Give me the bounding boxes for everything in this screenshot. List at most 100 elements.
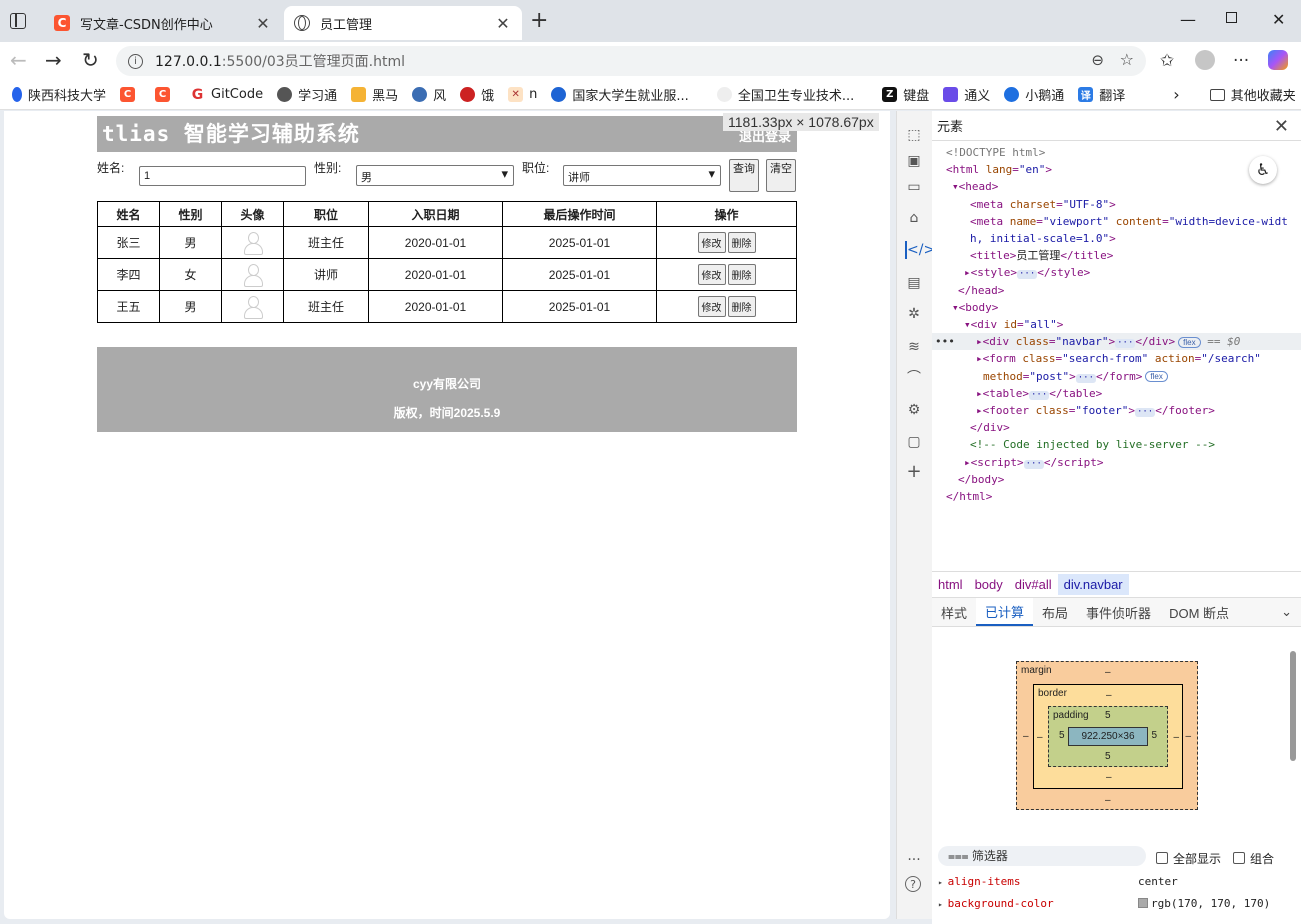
inspect-icon[interactable]: ⬚: [905, 126, 923, 144]
delete-button[interactable]: 删除: [727, 232, 756, 253]
back-icon[interactable]: ←: [10, 50, 27, 70]
bookmark-item[interactable]: 译翻译: [1078, 85, 1125, 104]
dock-icon[interactable]: ▭: [905, 178, 923, 196]
edit-button[interactable]: 修改: [697, 232, 726, 253]
dom-node[interactable]: ▸<footer class="footer"> ··· </footer>: [932, 402, 1301, 419]
dom-node[interactable]: </body>: [932, 471, 1301, 488]
edit-button[interactable]: 修改: [697, 296, 726, 317]
network-icon[interactable]: ≋: [905, 338, 923, 356]
crumb-div-all[interactable]: div#all: [1009, 574, 1058, 595]
edit-button[interactable]: 修改: [697, 264, 726, 285]
bookmark-item[interactable]: 学习通: [277, 85, 337, 104]
crumb-body[interactable]: body: [969, 574, 1009, 595]
query-button[interactable]: 查询: [729, 159, 759, 192]
close-icon[interactable]: ✕: [1274, 116, 1289, 137]
dom-node[interactable]: <title>员工管理</title>: [932, 247, 1301, 264]
tab-layout[interactable]: 布局: [1033, 598, 1077, 626]
dom-node[interactable]: <meta name="viewport" content="width=dev…: [932, 213, 1301, 230]
bookmark-item[interactable]: 饿: [460, 85, 494, 104]
bookmark-item[interactable]: 通义: [943, 85, 990, 104]
more-icon[interactable]: ···: [1233, 51, 1249, 71]
bookmark-item[interactable]: G GitCode: [190, 87, 263, 103]
bookmark-item[interactable]: ✕ n: [508, 87, 537, 102]
bookmark-item[interactable]: C: [155, 87, 176, 102]
star-icon[interactable]: ☆: [1120, 50, 1134, 69]
dom-node[interactable]: ▸<script> ··· </script>: [932, 454, 1301, 471]
tab-csdn[interactable]: C 写文章-CSDN创作中心 ✕: [44, 6, 282, 40]
bookmark-item[interactable]: 国家大学生就业服...: [551, 85, 689, 104]
crumb-html[interactable]: html: [932, 574, 969, 595]
address-bar[interactable]: i 127.0.0.1:5500/03员工管理页面.html ⊖ ☆: [116, 46, 1146, 76]
job-select[interactable]: 讲师: [563, 165, 721, 186]
dom-node[interactable]: </head>: [932, 282, 1301, 299]
computed-property[interactable]: ▸ align-items center: [938, 875, 1288, 888]
elements-icon[interactable]: </>: [905, 241, 935, 259]
chevron-down-icon[interactable]: ⌄: [1272, 598, 1301, 626]
site-info-icon[interactable]: i: [128, 53, 143, 69]
computed-property[interactable]: ▸ background-color rgb(170, 170, 170): [938, 897, 1288, 910]
dom-node[interactable]: <!-- Code injected by live-server -->: [932, 436, 1301, 453]
add-tool-icon[interactable]: +: [905, 463, 923, 481]
application-icon[interactable]: ▢: [905, 433, 923, 451]
device-icon[interactable]: ▣: [905, 152, 923, 170]
close-tab-icon[interactable]: ✕: [254, 14, 272, 33]
dom-node[interactable]: ▸<form class="search-from" action="/sear…: [932, 350, 1301, 367]
bookmark-item[interactable]: 风: [412, 85, 446, 104]
close-window-icon[interactable]: ✕: [1272, 10, 1285, 29]
bookmark-item[interactable]: 全国卫生专业技术...: [716, 85, 854, 104]
dom-node[interactable]: ▸<table> ··· </table>: [932, 385, 1301, 402]
clear-button[interactable]: 清空: [766, 159, 796, 192]
forward-icon[interactable]: →: [45, 50, 62, 70]
tab-dom-breakpoints[interactable]: DOM 断点: [1160, 598, 1238, 626]
bookmark-item[interactable]: 陕西科技大学: [12, 85, 106, 104]
more-bookmarks-icon[interactable]: ›: [1173, 85, 1179, 104]
dom-node[interactable]: </html>: [932, 488, 1301, 505]
show-all-checkbox[interactable]: 全部显示: [1156, 850, 1221, 867]
more-tools-icon[interactable]: ···: [905, 851, 923, 869]
dom-node[interactable]: <meta charset="UTF-8">: [932, 196, 1301, 213]
memory-icon[interactable]: ⚙: [905, 401, 923, 419]
new-tab-icon[interactable]: +: [530, 9, 548, 33]
maximize-icon[interactable]: [1226, 12, 1237, 23]
bookmark-item[interactable]: 黑马: [351, 85, 398, 104]
copilot-icon[interactable]: [1268, 50, 1288, 70]
tab-employee[interactable]: 员工管理 ✕: [284, 6, 522, 40]
help-icon[interactable]: ?: [905, 876, 921, 892]
crumb-navbar[interactable]: div.navbar: [1057, 574, 1129, 595]
gender-select[interactable]: 男: [356, 165, 514, 186]
zoom-icon[interactable]: ⊖: [1091, 51, 1104, 69]
accessibility-icon[interactable]: ♿: [1249, 156, 1277, 184]
color-swatch[interactable]: [1138, 898, 1148, 908]
home-icon[interactable]: ⌂: [905, 209, 923, 227]
dom-node[interactable]: ▸<style> ··· </style>: [932, 264, 1301, 281]
tab-computed[interactable]: 已计算: [976, 598, 1034, 626]
profile-avatar[interactable]: [1195, 50, 1215, 70]
dom-node-selected[interactable]: ••• ▸<div class="navbar"> ··· </div> flex ==…: [932, 333, 1301, 351]
dom-node[interactable]: ▾<div id="all">: [932, 316, 1301, 333]
filter-input[interactable]: ⩶ 筛选器: [938, 846, 1146, 866]
close-tab-icon[interactable]: ✕: [494, 14, 512, 33]
console-icon[interactable]: ▤: [905, 274, 923, 292]
tab-styles[interactable]: 样式: [932, 598, 976, 626]
tab-actions-icon[interactable]: [10, 13, 26, 29]
dom-node[interactable]: ▾<body>: [932, 299, 1301, 316]
dom-node[interactable]: <html lang="en">: [932, 161, 1301, 178]
name-input[interactable]: 1: [139, 166, 306, 186]
bookmark-item[interactable]: 小鹅通: [1004, 85, 1064, 104]
dom-node[interactable]: </div>: [932, 419, 1301, 436]
dom-node[interactable]: <!DOCTYPE html>: [932, 144, 1301, 161]
tab-event-listeners[interactable]: 事件侦听器: [1077, 598, 1160, 626]
favorites-icon[interactable]: ✩: [1160, 51, 1174, 71]
bookmark-item[interactable]: C: [120, 87, 141, 102]
group-checkbox[interactable]: 组合: [1233, 850, 1274, 867]
delete-button[interactable]: 删除: [727, 264, 756, 285]
performance-icon[interactable]: ⌒: [905, 369, 923, 387]
minimize-icon[interactable]: —: [1180, 10, 1196, 29]
dom-node[interactable]: ▾<head>: [932, 178, 1301, 195]
reload-icon[interactable]: ↻: [82, 50, 99, 70]
bookmark-item[interactable]: Z 键盘: [882, 85, 929, 104]
delete-button[interactable]: 删除: [727, 296, 756, 317]
scrollbar[interactable]: [1290, 651, 1296, 761]
bug-icon[interactable]: ✲: [905, 305, 923, 323]
other-bookmarks[interactable]: 其他收藏夹: [1209, 85, 1296, 104]
